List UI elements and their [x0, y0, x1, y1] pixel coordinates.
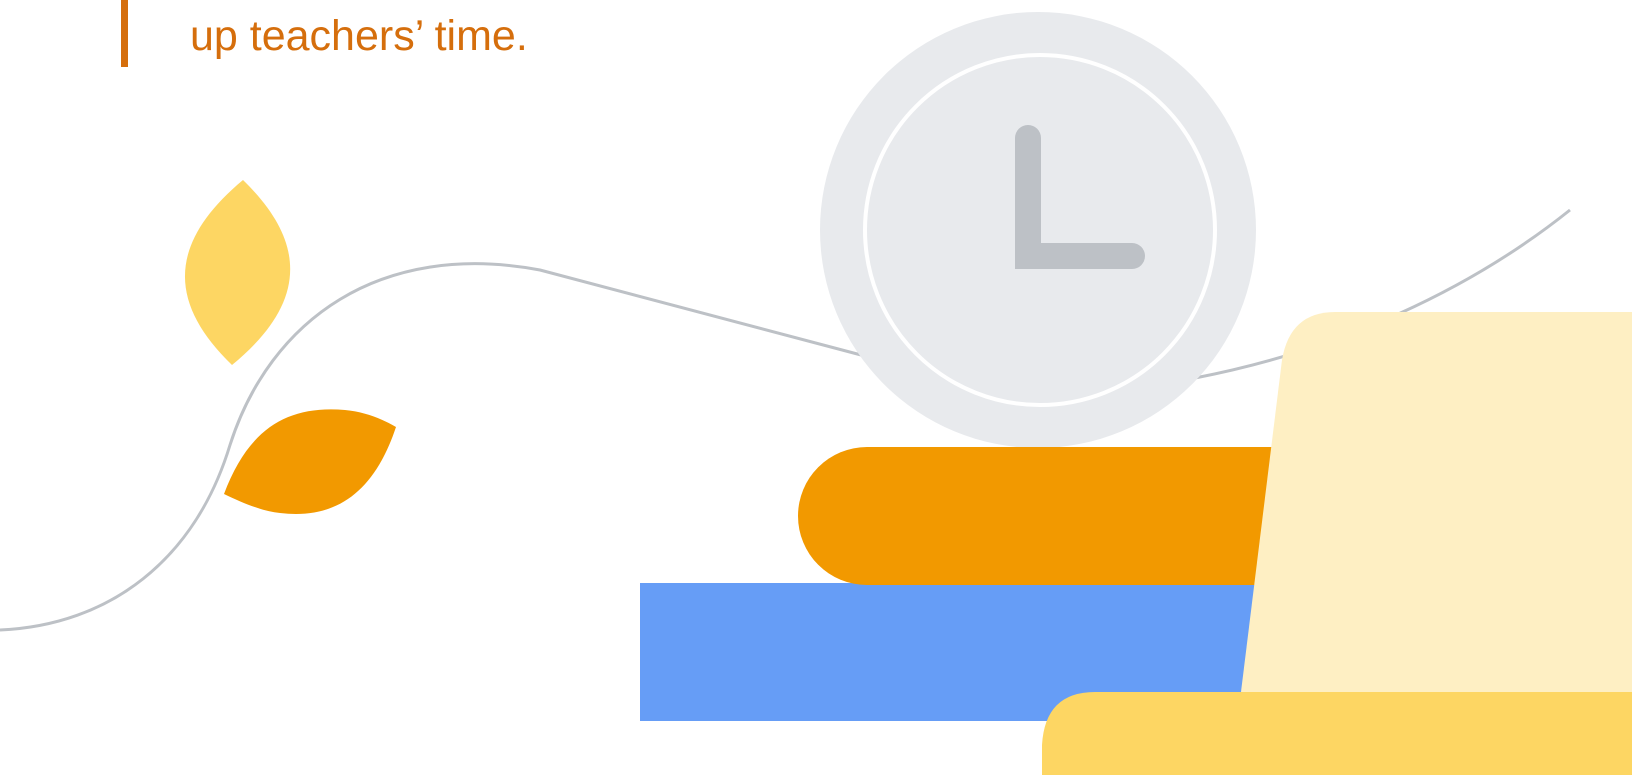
illustration [0, 12, 1632, 775]
leaf-icon-dark [224, 409, 396, 514]
book-orange [798, 447, 1290, 585]
books-icon [640, 447, 1290, 721]
decorative-curve [0, 262, 881, 632]
leaf-icon-light [184, 180, 291, 365]
clock-icon [820, 12, 1256, 448]
laptop-base [1042, 692, 1632, 775]
laptop-screen [1240, 312, 1632, 700]
